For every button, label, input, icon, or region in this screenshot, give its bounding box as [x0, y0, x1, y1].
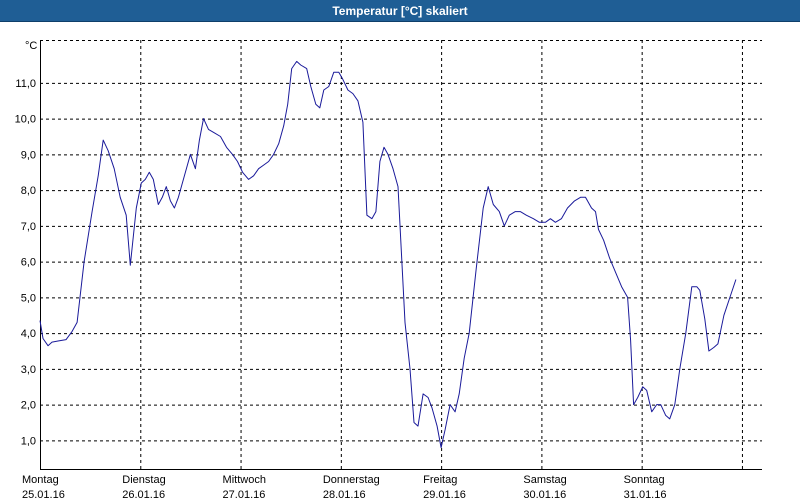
plot-background [0, 22, 800, 500]
y-tick-label: 10,0 [15, 114, 36, 126]
y-tick-label: 11,0 [15, 78, 36, 90]
y-tick-label: 5,0 [21, 292, 36, 304]
y-tick-label: 3,0 [21, 364, 36, 376]
x-tick-label-day: Sonntag [624, 474, 665, 486]
x-tick-label-day: Montag [22, 474, 59, 486]
x-tick-label-date: 29.01.16 [423, 489, 466, 500]
x-tick-label-date: 25.01.16 [22, 489, 65, 500]
y-tick-label: 2,0 [21, 400, 36, 412]
x-tick-label-date: 26.01.16 [122, 489, 165, 500]
x-tick-label-day: Donnerstag [323, 474, 380, 486]
y-tick-label: 8,0 [21, 185, 36, 197]
x-tick-label-date: 31.01.16 [624, 489, 667, 500]
x-tick-label-date: 28.01.16 [323, 489, 366, 500]
temperature-chart: °C 1,0 2,0 3,0 4,0 5,0 6,0 7,0 8,0 9,0 10,0 11,0 M… [0, 22, 800, 500]
x-tick-label-day: Mittwoch [223, 474, 266, 486]
chart-window: Temperatur [°C] skaliert °C 1,0 2,0 3,0 4,0… [0, 0, 800, 500]
y-tick-label: 4,0 [21, 328, 36, 340]
y-tick-label: 1,0 [21, 435, 36, 447]
x-tick-label-day: Dienstag [122, 474, 165, 486]
y-tick-label: 7,0 [21, 221, 36, 233]
x-tick-label-date: 27.01.16 [223, 489, 266, 500]
y-tick-label: 6,0 [21, 257, 36, 269]
window-title: Temperatur [°C] skaliert [0, 0, 800, 22]
x-tick-label-date: 30.01.16 [523, 489, 566, 500]
y-tick-label: 9,0 [21, 149, 36, 161]
x-tick-label-day: Samstag [523, 474, 566, 486]
y-axis-unit-label: °C [25, 40, 37, 52]
x-tick-label-day: Freitag [423, 474, 457, 486]
